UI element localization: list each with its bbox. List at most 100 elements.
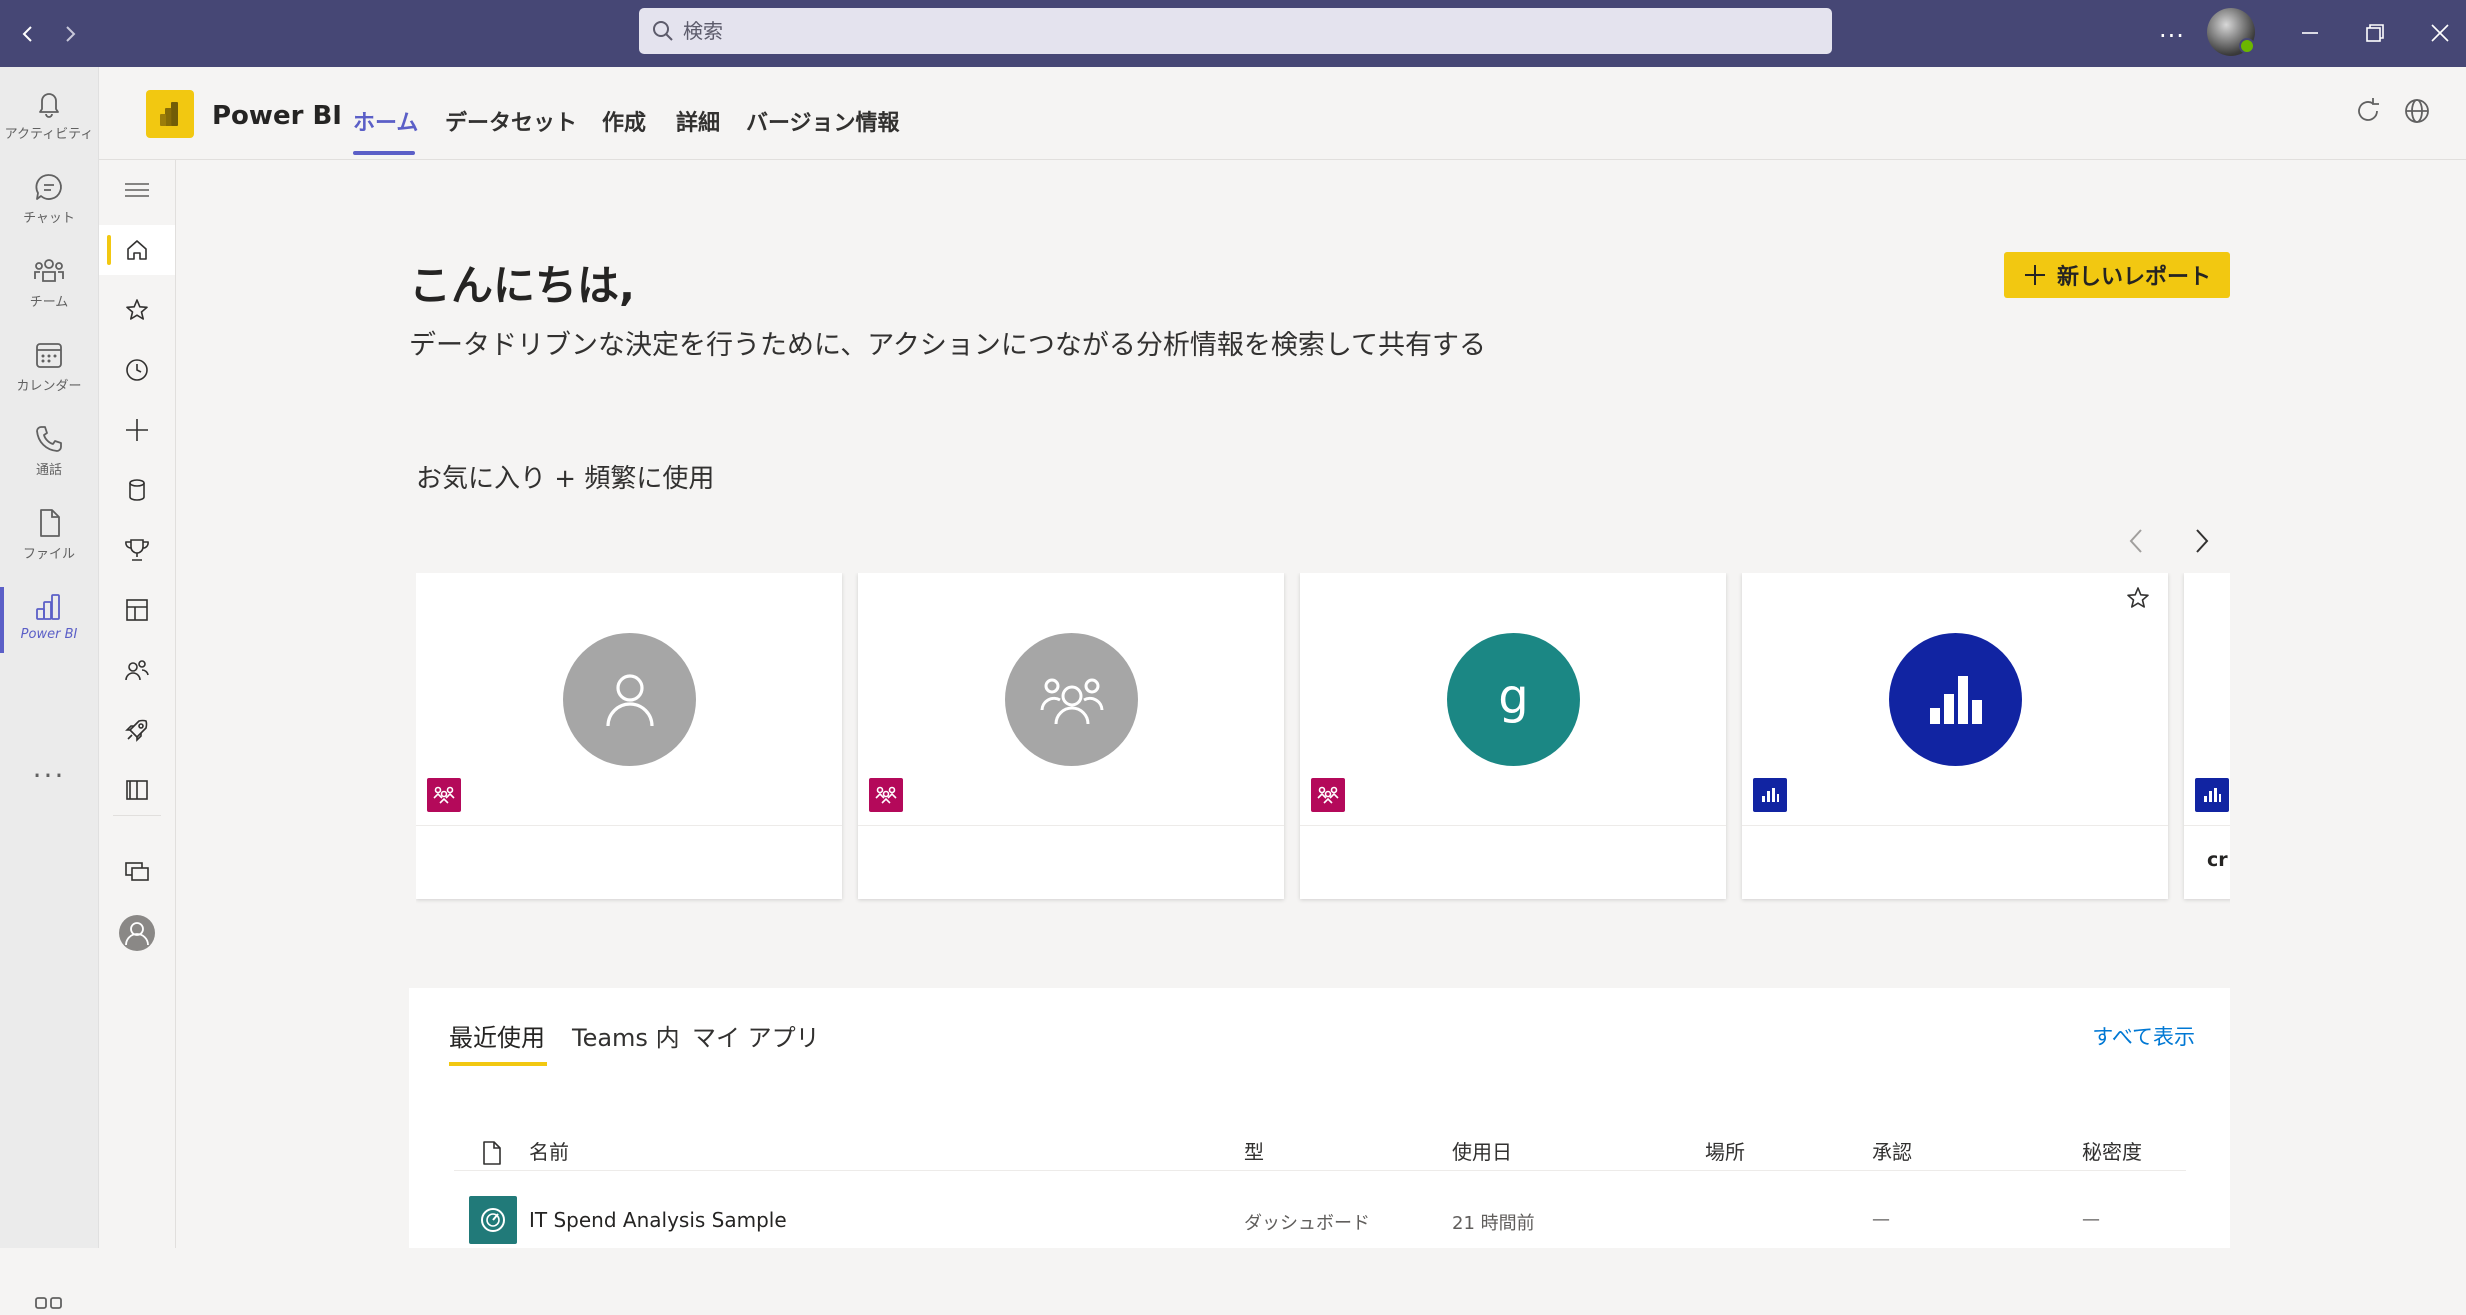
card-name: cr (2207, 849, 2228, 871)
table-row-endorsement: — (1872, 1209, 1890, 1230)
chevron-right-icon (2196, 529, 2209, 553)
database-icon (129, 479, 145, 501)
tab-details[interactable]: 詳細 (676, 105, 720, 137)
nav-recent[interactable] (99, 345, 175, 395)
card-separator (1300, 825, 1726, 826)
nav-browse[interactable] (99, 765, 175, 815)
title-bar: ... (0, 0, 2466, 67)
search-input[interactable] (683, 8, 1803, 54)
app-calls[interactable]: 通話 (0, 411, 98, 493)
app-power-bi[interactable]: Power BI (0, 579, 98, 661)
card-separator (1742, 825, 2168, 826)
tab-recent-underline (449, 1062, 547, 1066)
plus-icon (126, 419, 148, 441)
favorite-card[interactable] (1742, 573, 2168, 899)
nav-toggle-button[interactable] (99, 165, 175, 215)
favorite-card[interactable]: g (1300, 573, 1726, 899)
greeting-heading: こんにちは, (409, 261, 635, 310)
more-options-label: ... (2159, 15, 2185, 43)
trophy-icon (125, 539, 149, 561)
app-activity[interactable]: アクティビティ (0, 75, 98, 157)
minimize-button[interactable] (2290, 10, 2330, 56)
nav-home[interactable] (99, 225, 175, 275)
file-icon (40, 509, 60, 537)
file-type-header-icon (483, 1141, 501, 1165)
see-all-link[interactable]: すべて表示 (2092, 1021, 2195, 1051)
nav-workspaces[interactable] (99, 847, 175, 897)
nav-apps[interactable] (99, 585, 175, 635)
workspace-badge (427, 778, 461, 812)
column-header-used[interactable]: 使用日 (1452, 1136, 1512, 1165)
table-row-name[interactable]: IT Spend Analysis Sample (529, 1208, 787, 1232)
app-chat[interactable]: チャット (0, 159, 98, 241)
star-icon (126, 299, 148, 320)
close-icon (2431, 24, 2449, 42)
nav-create[interactable] (99, 405, 175, 455)
more-options-button[interactable]: ... (2150, 10, 2194, 56)
nav-divider (113, 815, 161, 816)
app-files[interactable]: ファイル (0, 495, 98, 577)
nav-favorites[interactable] (99, 285, 175, 335)
chevron-left-icon (22, 26, 32, 42)
tab-my-apps[interactable]: マイ アプリ (692, 1018, 820, 1053)
plus-icon (2024, 265, 2045, 285)
app-activity-label: アクティビティ (4, 127, 94, 142)
table-row-used: 21 時間前 (1452, 1213, 1535, 1234)
teams-icon (34, 259, 64, 282)
new-report-button[interactable]: 新しいレポート (2004, 252, 2230, 298)
chat-icon (35, 174, 62, 200)
favorite-card[interactable] (858, 573, 1284, 899)
column-header-location[interactable]: 場所 (1705, 1136, 1745, 1165)
tab-version-info[interactable]: バージョン情報 (746, 105, 900, 137)
search-box[interactable] (639, 8, 1832, 54)
home-icon (127, 240, 147, 260)
restore-button[interactable] (2355, 10, 2395, 56)
back-button[interactable] (8, 14, 48, 54)
column-header-type[interactable]: 型 (1244, 1136, 1264, 1165)
app-power-bi-label: Power BI (20, 627, 78, 642)
close-button[interactable] (2420, 10, 2460, 56)
power-bi-header: Power BI ホーム データセット 作成 詳細 バージョン情報 (99, 67, 2466, 160)
app-calendar[interactable]: カレンダー (0, 327, 98, 409)
tab-create[interactable]: 作成 (602, 105, 646, 137)
tab-datasets[interactable]: データセット (445, 105, 577, 137)
table-row-type: ダッシュボード (1244, 1213, 1370, 1234)
nav-datasets[interactable] (99, 465, 175, 515)
table-row-sensitivity: — (2082, 1209, 2100, 1230)
group-icon (1040, 678, 1103, 724)
favorite-card[interactable] (416, 573, 842, 899)
favorite-card[interactable]: cr (2184, 573, 2230, 899)
tab-recent[interactable]: 最近使用 (449, 1018, 545, 1053)
workspace-icon (126, 599, 148, 621)
people-icon (125, 660, 149, 681)
column-header-endorsement[interactable]: 承認 (1872, 1136, 1912, 1165)
nav-learn[interactable] (99, 705, 175, 755)
globe-icon[interactable] (2402, 96, 2432, 126)
card-separator (2184, 825, 2230, 826)
carousel-prev-button[interactable] (2118, 523, 2154, 559)
monitor-icon (125, 862, 149, 881)
card-thumbnail: g (1447, 633, 1580, 766)
nav-my-workspace[interactable] (99, 908, 175, 958)
main-content: こんにちは, データドリブンな決定を行うために、アクションにつながる分析情報を検… (176, 160, 2466, 1248)
tab-home[interactable]: ホーム (353, 105, 418, 137)
app-teams[interactable]: チーム (0, 243, 98, 325)
column-header-name[interactable]: 名前 (529, 1136, 569, 1165)
person-icon (605, 673, 654, 726)
nav-shared[interactable] (99, 645, 175, 695)
forward-button[interactable] (50, 14, 90, 54)
more-apps-button[interactable]: ... (0, 747, 98, 787)
refresh-icon[interactable] (2353, 96, 2383, 126)
app-calendar-label: カレンダー (16, 379, 82, 394)
favorites-carousel: g cr (416, 573, 2230, 913)
power-bi-logo-icon (160, 102, 178, 126)
card-thumbnail (1889, 633, 2022, 766)
nav-goals[interactable] (99, 525, 175, 575)
new-report-label: 新しいレポート (2056, 265, 2211, 290)
tab-in-teams[interactable]: Teams 内 (572, 1018, 680, 1053)
column-header-sensitivity[interactable]: 秘密度 (2082, 1136, 2142, 1165)
carousel-next-button[interactable] (2184, 523, 2220, 559)
apps-store-icon[interactable] (33, 1295, 65, 1315)
favorite-star-icon[interactable] (2126, 586, 2150, 610)
power-bi-nav (99, 160, 176, 1248)
